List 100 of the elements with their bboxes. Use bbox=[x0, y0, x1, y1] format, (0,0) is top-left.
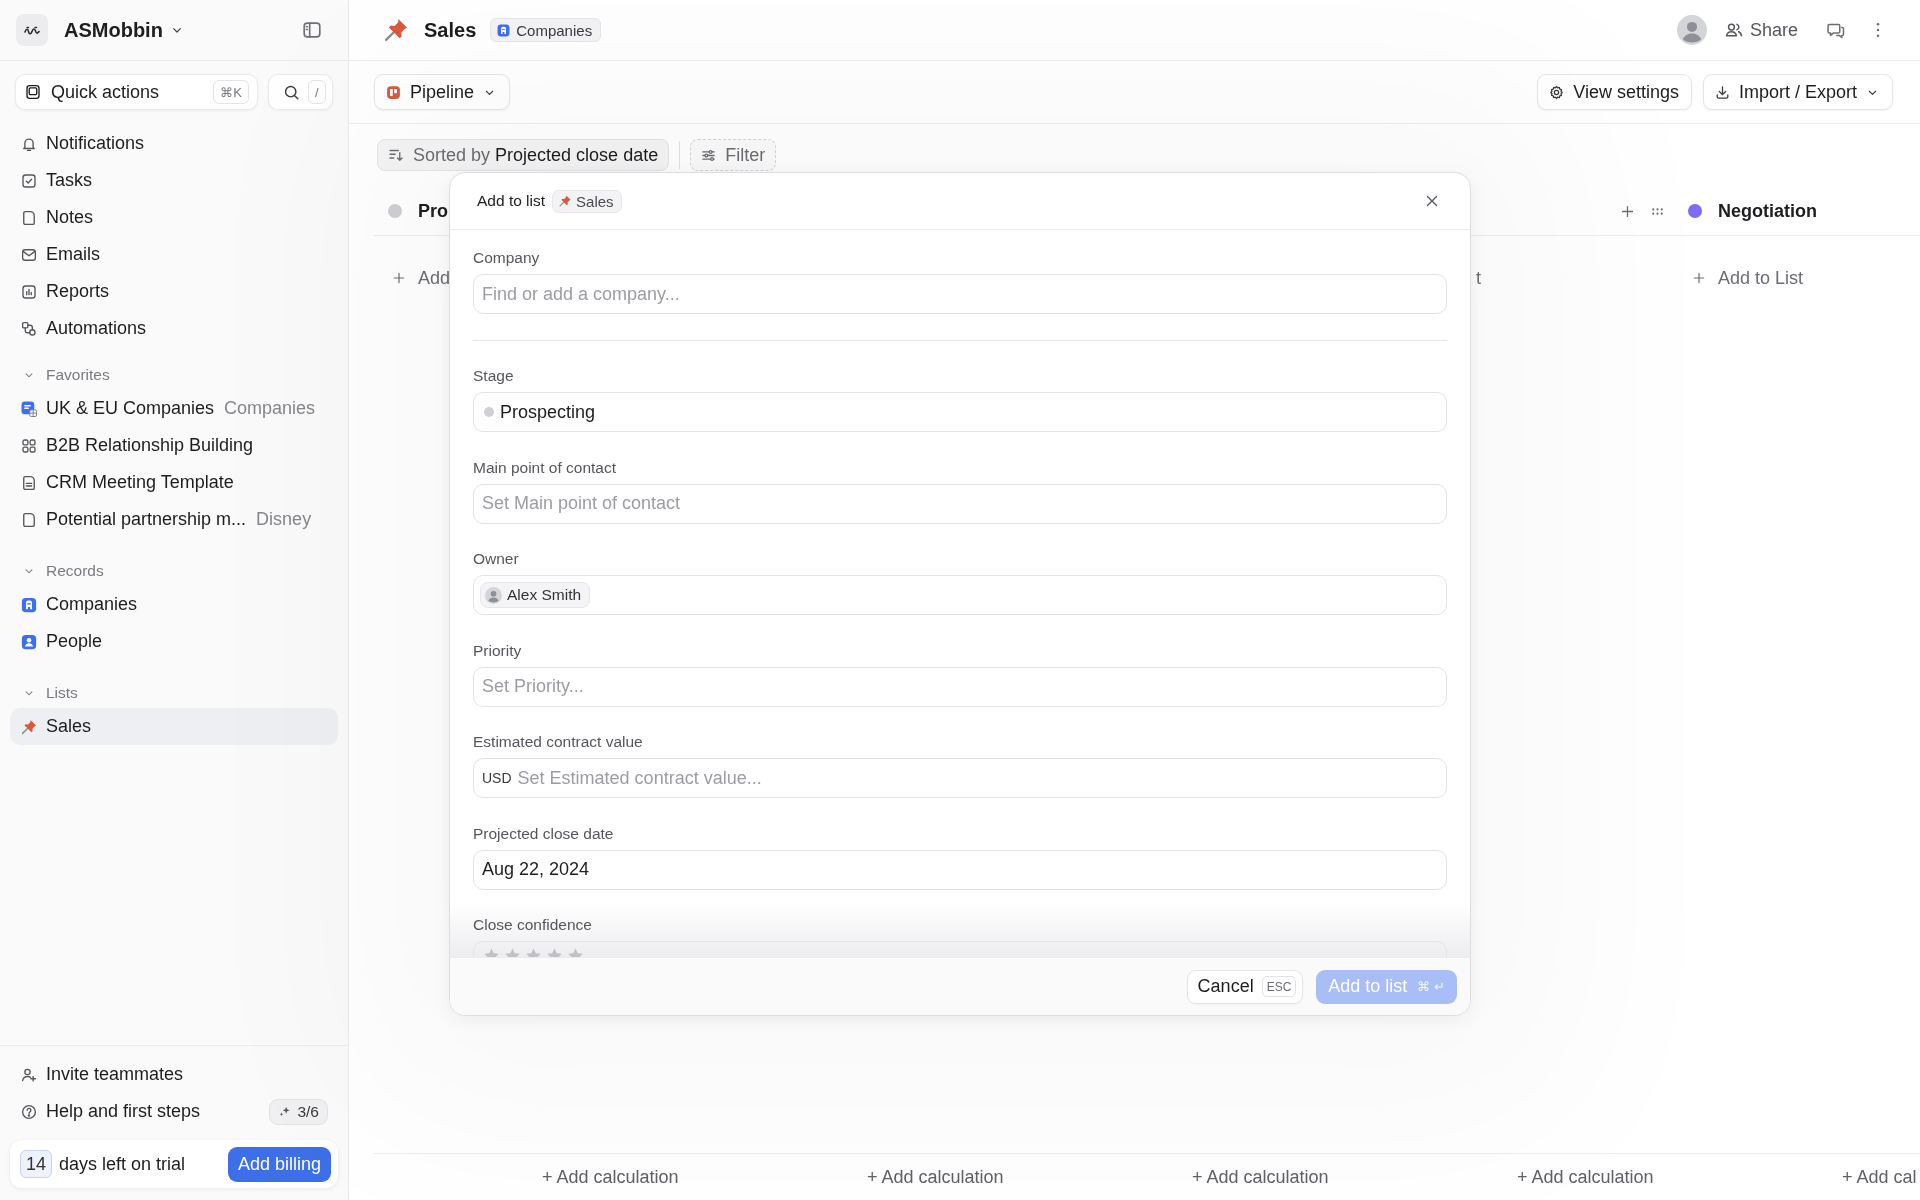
sidebar-item[interactable]: B2B Relationship Building bbox=[10, 427, 338, 464]
field-label: Owner bbox=[473, 550, 520, 568]
item-detail: Companies bbox=[224, 398, 316, 419]
building-icon bbox=[20, 595, 38, 614]
add-to-list-button[interactable]: Add to List bbox=[1691, 267, 1804, 289]
section-header[interactable]: Favorites bbox=[10, 360, 122, 390]
kanban-icon bbox=[385, 83, 402, 101]
settings-icon bbox=[1548, 83, 1566, 101]
status-dot-icon bbox=[484, 407, 494, 417]
sidebar-item[interactable]: Automations bbox=[10, 310, 338, 347]
section-header[interactable]: Records bbox=[10, 556, 116, 586]
bar-chart-icon bbox=[20, 282, 38, 301]
add-calculation-button[interactable]: + Add calculation bbox=[542, 1154, 679, 1200]
person-field[interactable]: Alex Smith bbox=[473, 575, 1447, 615]
list-table-icon bbox=[20, 399, 38, 418]
person-chip[interactable]: Alex Smith bbox=[480, 582, 591, 608]
help-button[interactable]: Help and first steps 3/6 bbox=[10, 1093, 338, 1130]
view-switcher[interactable]: Pipeline bbox=[374, 74, 511, 110]
trial-text: days left on trial bbox=[59, 1153, 186, 1175]
currency-code: USD bbox=[482, 770, 512, 786]
avatar-icon bbox=[485, 586, 502, 604]
page-icon bbox=[20, 510, 38, 529]
input-field[interactable]: Set Estimated contract value... bbox=[517, 766, 1438, 790]
cancel-button[interactable]: Cancel ESC bbox=[1186, 969, 1304, 1004]
sidebar-toggle-icon[interactable] bbox=[301, 19, 323, 41]
pushpin-icon bbox=[20, 717, 38, 736]
filter-button[interactable]: Filter bbox=[690, 139, 777, 171]
input-field[interactable]: Aug 22, 2024 bbox=[473, 849, 1447, 890]
field-label: Priority bbox=[473, 641, 523, 660]
quick-actions-button[interactable]: Quick actions ⌘K bbox=[15, 74, 258, 110]
document-icon bbox=[20, 473, 38, 492]
field-label: Main point of contact bbox=[473, 458, 618, 477]
import-export-button[interactable]: Import / Export bbox=[1702, 74, 1893, 110]
sidebar-item[interactable]: Tasks bbox=[10, 162, 338, 199]
checked-box-icon bbox=[20, 171, 38, 190]
share-button[interactable]: Share bbox=[1723, 19, 1798, 41]
star-icon bbox=[566, 947, 585, 957]
sidebar-item[interactable]: Notes bbox=[10, 199, 338, 236]
help-icon bbox=[20, 1102, 38, 1121]
sidebar-item[interactable]: People bbox=[10, 623, 338, 660]
add-to-list-button[interactable]: Add bbox=[391, 267, 451, 289]
field-label: Estimated contract value bbox=[473, 733, 644, 751]
object-badge[interactable]: Companies bbox=[490, 18, 602, 42]
add-calculation-button[interactable]: + Add cal bbox=[1842, 1154, 1917, 1200]
section-header[interactable]: Lists bbox=[10, 678, 90, 708]
add-to-list-button[interactable]: t bbox=[1476, 267, 1481, 289]
column-title: Pro bbox=[418, 200, 448, 222]
page-icon bbox=[20, 208, 38, 227]
sidebar-item[interactable]: UK & EU Companies Companies bbox=[10, 390, 338, 427]
workspace-switcher[interactable]: ASMobbin bbox=[64, 18, 185, 42]
field-label: Stage bbox=[473, 367, 515, 385]
star-icon bbox=[524, 947, 543, 957]
sidebar-item[interactable]: Potential partnership m... Disney bbox=[10, 501, 338, 538]
star-icon bbox=[545, 947, 564, 957]
grid-icon bbox=[20, 436, 38, 455]
shortcut-key: / bbox=[308, 80, 326, 104]
add-calculation-button[interactable]: + Add calculation bbox=[867, 1154, 1004, 1200]
sidebar-item[interactable]: Emails bbox=[10, 236, 338, 273]
add-billing-button[interactable]: Add billing bbox=[227, 1146, 331, 1182]
select-field[interactable]: Prospecting bbox=[473, 392, 1447, 432]
plus-icon bbox=[1691, 270, 1707, 286]
workspace-logo-icon bbox=[16, 14, 48, 46]
shortcut-key: ⌘ ↵ bbox=[1417, 979, 1445, 994]
sort-button[interactable]: Sorted by Projected close date bbox=[377, 139, 670, 171]
sidebar-item[interactable]: Notifications bbox=[10, 125, 338, 162]
input-field[interactable]: Set Priority... bbox=[473, 666, 1447, 707]
sidebar-item[interactable]: CRM Meeting Template bbox=[10, 464, 338, 501]
page-title: Sales bbox=[424, 18, 477, 42]
building-icon bbox=[496, 22, 512, 38]
list-name: Sales bbox=[576, 192, 614, 210]
person-icon bbox=[20, 632, 38, 651]
input-field[interactable]: Set Main point of contact bbox=[473, 483, 1447, 524]
sidebar-item[interactable]: Reports bbox=[10, 273, 338, 310]
keycap-icon bbox=[24, 83, 42, 101]
sidebar-item[interactable]: Companies bbox=[10, 586, 338, 623]
add-calculation-button[interactable]: + Add calculation bbox=[1517, 1154, 1654, 1200]
item-detail: Disney bbox=[256, 509, 312, 530]
pushpin-icon bbox=[558, 194, 573, 208]
people-icon bbox=[1723, 20, 1744, 40]
field-label: Close confidence bbox=[473, 916, 593, 934]
modal-title: Add to list bbox=[477, 192, 546, 210]
add-calculation-button[interactable]: + Add calculation bbox=[1192, 1154, 1329, 1200]
field-label: Projected close date bbox=[473, 824, 615, 843]
workflow-icon bbox=[20, 319, 38, 338]
field-label: Company bbox=[473, 249, 541, 267]
view-settings-button[interactable]: View settings bbox=[1537, 74, 1692, 110]
shortcut-key: ESC bbox=[1261, 976, 1297, 997]
shortcut-key: ⌘K bbox=[213, 80, 249, 104]
progress-text: 3/6 bbox=[297, 1102, 319, 1121]
input-field[interactable]: Find or add a company... bbox=[473, 274, 1447, 314]
column-title: Negotiation bbox=[1718, 200, 1817, 222]
sidebar-item[interactable]: Sales bbox=[10, 708, 338, 745]
currency-field[interactable]: USD Set Estimated contract value... bbox=[473, 758, 1447, 798]
search-button[interactable]: / bbox=[268, 74, 333, 110]
invite-button[interactable]: Invite teammates bbox=[10, 1056, 338, 1093]
star-icon bbox=[503, 947, 522, 957]
star-icon bbox=[482, 947, 501, 957]
days-count: 14 bbox=[20, 1150, 53, 1178]
pushpin-icon bbox=[382, 16, 410, 44]
avatar-icon[interactable] bbox=[1676, 15, 1707, 45]
